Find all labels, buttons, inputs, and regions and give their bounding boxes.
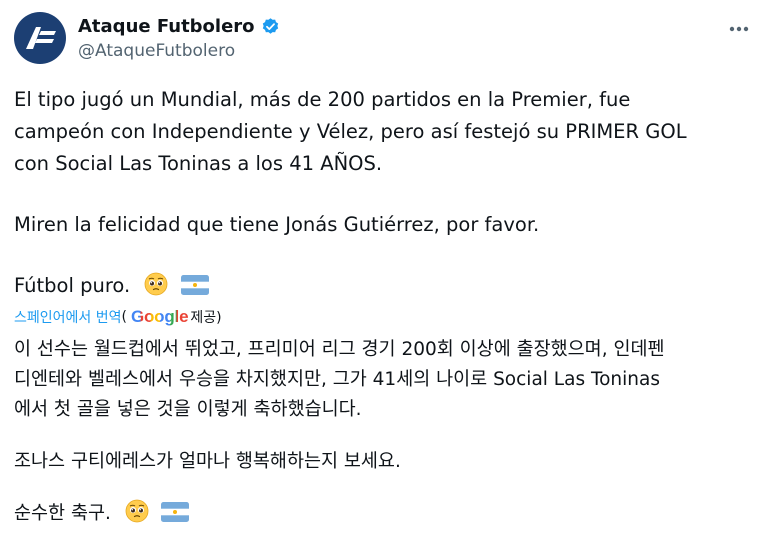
provider-paren-close: 제공)	[190, 310, 222, 326]
tweet-text-line: con Social Las Toninas a los 41 AÑOS.	[14, 152, 383, 175]
translated-text-line: 에서 첫 골을 넣은 것을 이렇게 축하했습니다.	[14, 399, 362, 420]
verified-badge-icon	[261, 17, 280, 36]
handle[interactable]: @AtaqueFutbolero	[78, 41, 280, 61]
display-name[interactable]: Ataque Futbolero	[78, 16, 255, 37]
google-letter: Google	[130, 307, 189, 326]
translated-text-line: 조나스 구티에레스가 얼마나 행복해하는지 보세요.	[14, 451, 401, 472]
author-names: Ataque Futbolero @AtaqueFutbolero	[78, 16, 280, 61]
tweet-text-line: campeón con Independiente y Vélez, pero …	[14, 120, 687, 143]
translation-attribution: 스페인어에서 번역 ( Google 제공)	[14, 307, 222, 327]
translation-source-link[interactable]: 스페인어에서 번역	[14, 307, 122, 327]
translated-text-line: 순수한 축구.	[14, 503, 111, 524]
google-logo: Google	[130, 307, 189, 327]
pleading-face-emoji-icon	[125, 499, 149, 523]
tweet-text: El tipo jugó un Mundial, más de 200 part…	[14, 84, 754, 302]
avatar[interactable]	[14, 12, 66, 64]
more-options-icon[interactable]	[728, 18, 750, 40]
argentina-flag-icon	[180, 275, 209, 295]
translated-text: 이 선수는 월드컵에서 뛰었고, 프리미어 리그 경기 200회 이상에 출장했…	[14, 335, 754, 529]
translated-text-line: 이 선수는 월드컵에서 뛰었고, 프리미어 리그 경기 200회 이상에 출장했…	[14, 339, 665, 360]
tweet-text-line-with-emoji: Fútbol puro.	[14, 270, 754, 302]
translated-text-line: 디엔테와 벨레스에서 우승을 차지했지만, 그가 41세의 나이로 Social…	[14, 369, 661, 390]
tweet-header: Ataque Futbolero @AtaqueFutbolero	[14, 12, 754, 68]
translated-text-line-with-emoji: 순수한 축구.	[14, 499, 754, 529]
argentina-flag-icon	[160, 502, 189, 522]
tweet-text-line: El tipo jugó un Mundial, más de 200 part…	[14, 88, 631, 111]
pleading-face-emoji-icon	[145, 272, 168, 296]
tweet-text-line: Miren la felicidad que tiene Jonás Gutié…	[14, 213, 540, 236]
ataque-futbolero-logo-icon	[26, 27, 56, 49]
provider-paren-open: (	[121, 309, 127, 325]
tweet-text-line: Fútbol puro.	[14, 274, 131, 297]
